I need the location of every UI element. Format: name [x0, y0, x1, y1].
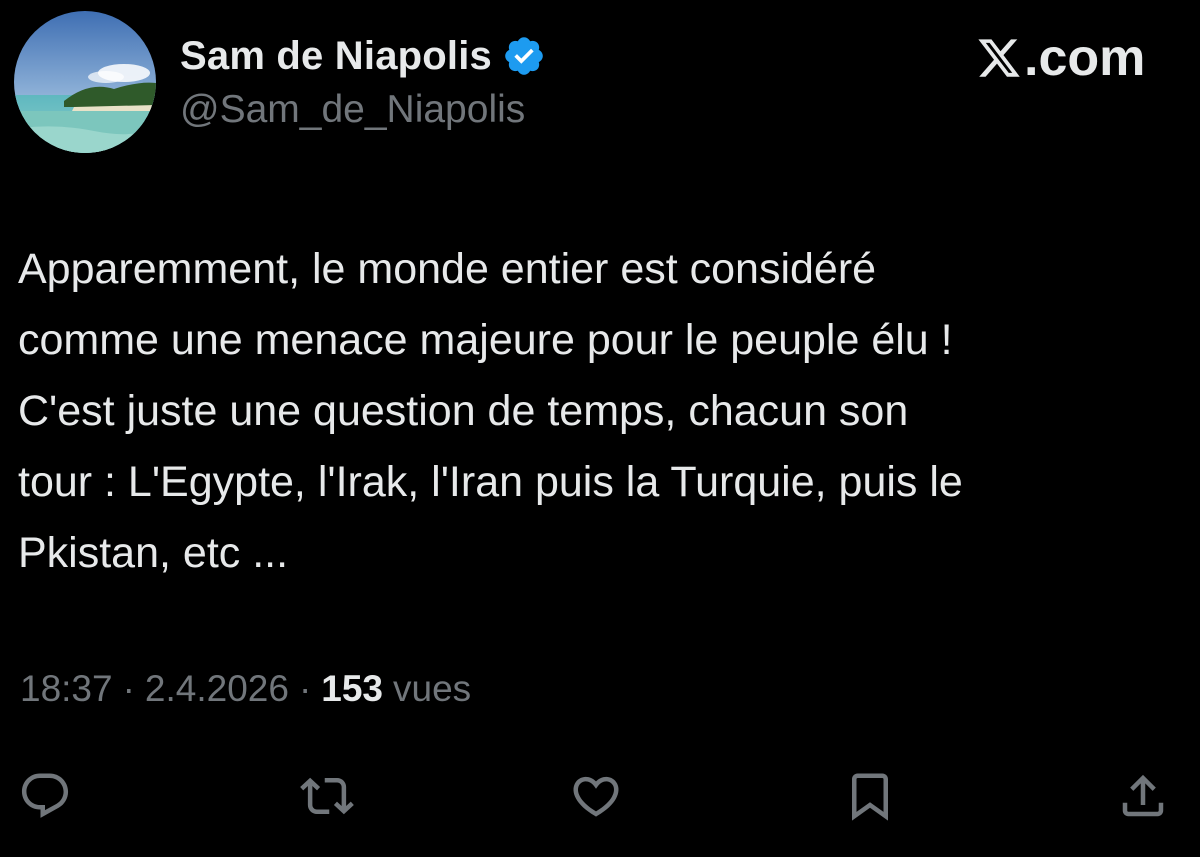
display-name[interactable]: Sam de Niapolis [180, 34, 492, 79]
brand-watermark: .com [976, 28, 1145, 88]
reply-button[interactable] [15, 766, 75, 826]
repost-button[interactable] [297, 766, 357, 826]
share-icon [1122, 774, 1164, 817]
repost-icon [300, 777, 354, 815]
tweet-text: Apparemment, le monde entier est considé… [18, 245, 963, 577]
author-name-row[interactable]: Sam de Niapolis [180, 28, 546, 84]
bookmark-button[interactable] [840, 766, 900, 826]
author-handle[interactable]: @Sam_de_Niapolis [180, 88, 525, 132]
brand-domain: .com [1024, 29, 1146, 87]
meta-separator: · [298, 668, 312, 709]
meta-separator: · [122, 668, 135, 709]
tweet-meta: 18:37 · 2.4.2026 · 153 vues [20, 668, 471, 710]
action-bar [0, 766, 1200, 826]
reply-icon [21, 773, 69, 818]
avatar[interactable] [14, 11, 156, 153]
tweet-date[interactable]: 2.4.2026 [145, 668, 289, 710]
views-label: vues [393, 668, 472, 709]
heart-icon [573, 776, 619, 817]
beach-avatar-icon [14, 11, 156, 153]
verified-badge-icon [505, 37, 543, 75]
like-button[interactable] [566, 766, 626, 826]
views-count: 153 [321, 668, 384, 709]
bookmark-icon [852, 773, 888, 821]
tweet-time[interactable]: 18:37 [20, 668, 113, 710]
x-logo-icon [978, 39, 1020, 77]
share-button[interactable] [1113, 766, 1173, 826]
